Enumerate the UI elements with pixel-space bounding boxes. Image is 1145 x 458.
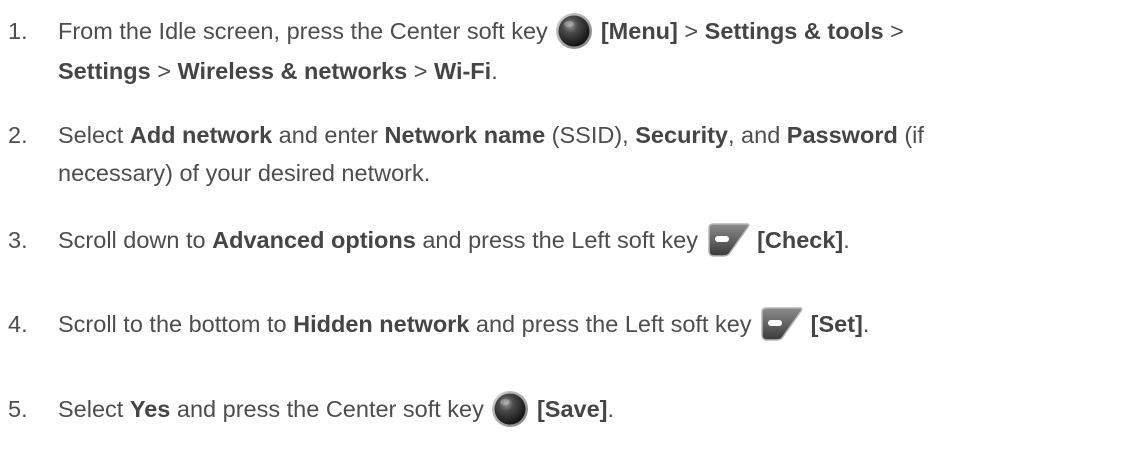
option-label: Hidden network <box>293 311 470 337</box>
step-text: Select <box>58 122 130 148</box>
step-text: and press the Center soft key <box>170 396 484 422</box>
step-number: 5. <box>8 396 28 422</box>
left-soft-key-icon <box>705 222 751 258</box>
menu-path-item: Settings & tools <box>704 18 884 44</box>
separator: > <box>407 57 434 84</box>
field-label: Security <box>635 122 728 148</box>
step-number: 3. <box>8 227 28 253</box>
step-text: . <box>607 396 615 422</box>
step-text: and press the Left soft key <box>469 311 752 337</box>
option-label: Yes <box>129 396 171 422</box>
step-text: (if <box>897 122 924 148</box>
step-text: From the Idle screen, press the Center s… <box>58 18 548 44</box>
left-soft-key-icon <box>758 306 804 342</box>
step-text: . <box>843 227 850 253</box>
center-soft-key-icon <box>554 12 594 50</box>
key-label-set: [Set] <box>810 311 863 337</box>
key-label-save: [Save] <box>536 396 608 422</box>
step-text: (SSID), <box>545 122 636 148</box>
step-text: and enter <box>272 122 385 148</box>
separator: > <box>883 18 904 44</box>
field-label: Password <box>786 122 898 148</box>
option-label: Add network <box>129 122 273 148</box>
step-text: and press the Left soft key <box>415 227 698 253</box>
step-number: 1. <box>8 18 28 44</box>
step-text: necessary) of your desired network. <box>58 160 431 186</box>
key-label-check: [Check] <box>757 227 844 253</box>
center-soft-key-icon <box>490 390 530 428</box>
step-text: Scroll to the bottom to <box>58 311 294 337</box>
separator: > <box>150 57 178 84</box>
instruction-steps: 1. From the Idle screen, press the Cente… <box>0 0 1145 458</box>
step-text: . <box>491 57 498 84</box>
key-label-menu: [Menu] <box>600 18 678 44</box>
field-label: Network name <box>384 122 546 148</box>
step-number: 2. <box>8 122 28 148</box>
step-number: 4. <box>8 311 28 337</box>
step-text: Select <box>58 396 130 422</box>
menu-path-item: Wi-Fi <box>433 57 492 84</box>
menu-path-item: Wireless & networks <box>177 57 408 84</box>
menu-path-item: Settings <box>58 57 151 84</box>
separator: > <box>677 18 705 44</box>
step-text: , and <box>728 122 787 148</box>
option-label: Advanced options <box>212 227 416 253</box>
step-text: Scroll down to <box>58 227 213 253</box>
step-text: . <box>862 311 870 337</box>
